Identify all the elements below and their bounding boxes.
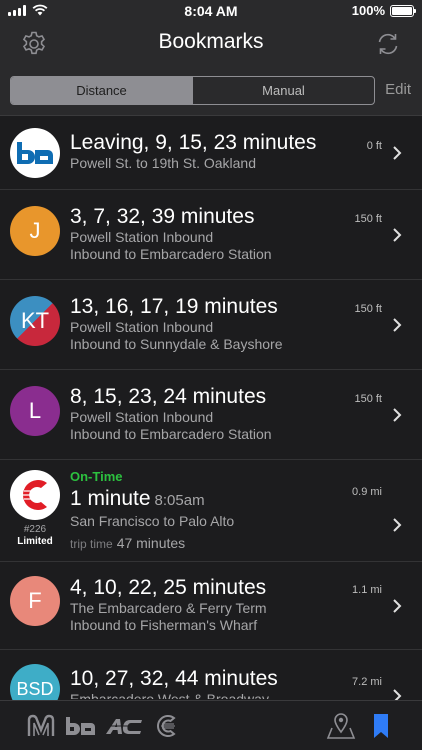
stop-name: Powell Station Inbound xyxy=(70,229,214,245)
direction: Inbound to Embarcadero Station xyxy=(70,246,272,262)
line-badge: J xyxy=(10,206,60,256)
distance-label: 150 ft xyxy=(354,303,382,315)
caltrain-logo-icon xyxy=(157,715,176,737)
direction: Inbound to Sunnydale & Bayshore xyxy=(70,336,283,352)
distance-label: 0.9 mi xyxy=(352,486,382,498)
train-number: #226 xyxy=(23,524,47,535)
distance-label: 7.2 mi xyxy=(352,676,382,688)
chevron-right-icon xyxy=(393,228,402,242)
segment-distance[interactable]: Distance xyxy=(11,77,192,104)
line-badge: L xyxy=(10,386,60,436)
bookmarks-tab[interactable] xyxy=(366,711,396,741)
departure-time: 8:05am xyxy=(154,492,205,509)
distance-label: 1.1 mi xyxy=(352,584,382,596)
chevron-right-icon xyxy=(393,599,402,613)
line-badge: BSD xyxy=(10,664,60,700)
row-content: 13, 16, 17, 19 minutes Powell Station In… xyxy=(70,294,376,353)
row-content: 8, 15, 23, 24 minutes Powell Station Inb… xyxy=(70,384,376,443)
caltrain-logo-icon xyxy=(10,470,60,520)
ac-transit-logo-icon xyxy=(106,719,144,734)
arrival-times: Leaving, 9, 15, 23 minutes xyxy=(70,131,317,154)
battery-percent: 100% xyxy=(351,3,385,18)
list-item[interactable]: KT 13, 16, 17, 19 minutes Powell Station… xyxy=(0,280,422,370)
edit-button[interactable]: Edit xyxy=(385,81,411,98)
chevron-right-icon xyxy=(393,146,402,160)
tab-bar xyxy=(0,700,422,750)
row-content: Leaving, 9, 15, 23 minutes Powell St. to… xyxy=(70,130,376,172)
distance-label: 150 ft xyxy=(354,393,382,405)
caltrain-tab[interactable] xyxy=(152,711,182,741)
trip-time-label: trip time xyxy=(70,537,113,551)
row-content: On-Time 1 minute 8:05am San Francisco to … xyxy=(70,469,376,553)
sort-segmented-control: Distance Manual xyxy=(10,76,375,105)
refresh-icon xyxy=(378,33,398,55)
map-tab[interactable] xyxy=(325,711,357,741)
list-item[interactable]: #226 Limited On-Time 1 minute 8:05am San … xyxy=(0,460,422,562)
arrival-times: 4, 10, 22, 25 minutes xyxy=(70,576,267,599)
direction: Inbound to Embarcadero Station xyxy=(70,426,272,442)
arrival-times: 3, 7, 32, 39 minutes xyxy=(70,205,255,228)
distance-label: 150 ft xyxy=(354,213,382,225)
battery-status: 100% xyxy=(351,3,416,18)
arrival-times: 10, 27, 32, 44 minutes xyxy=(70,667,278,690)
row-content: 10, 27, 32, 44 minutes Embarcadero West … xyxy=(70,666,376,699)
segment-manual[interactable]: Manual xyxy=(192,77,374,104)
bart-logo-icon xyxy=(66,717,95,735)
muni-logo-icon xyxy=(27,714,55,736)
distance-label: 0 ft xyxy=(366,140,382,152)
chevron-right-icon xyxy=(393,689,402,700)
trip-time-value: 47 minutes xyxy=(116,535,186,551)
list-item[interactable]: BSD 10, 27, 32, 44 minutes Embarcadero W… xyxy=(0,650,422,700)
battery-icon xyxy=(390,4,416,17)
muni-tab[interactable] xyxy=(26,711,56,741)
bart-logo-icon xyxy=(10,128,60,178)
page-title: Bookmarks xyxy=(158,30,264,53)
map-pin-icon xyxy=(326,713,356,739)
chevron-right-icon xyxy=(393,518,402,532)
arrival-times: 13, 16, 17, 19 minutes xyxy=(70,295,278,318)
stop-name: Embarcadero West & Broadway xyxy=(70,691,269,699)
chevron-right-icon xyxy=(393,408,402,422)
bookmark-icon xyxy=(374,714,388,738)
list-item[interactable]: Leaving, 9, 15, 23 minutes Powell St. to… xyxy=(0,116,422,190)
status-badge: On-Time xyxy=(70,469,123,484)
list-item[interactable]: L 8, 15, 23, 24 minutes Powell Station I… xyxy=(0,370,422,460)
arrival-times: 8, 15, 23, 24 minutes xyxy=(70,385,267,408)
arrival-times: 1 minute xyxy=(70,487,151,510)
sort-bar: Distance Manual Edit xyxy=(0,66,422,116)
list-item[interactable]: F 4, 10, 22, 25 minutes The Embarcadero … xyxy=(0,562,422,650)
bookmark-list: Leaving, 9, 15, 23 minutes Powell St. to… xyxy=(0,116,422,700)
list-item[interactable]: J 3, 7, 32, 39 minutes Powell Station In… xyxy=(0,190,422,280)
departure-line: 1 minute 8:05am xyxy=(70,486,376,513)
route-description: San Francisco to Palo Alto xyxy=(70,513,235,529)
route-description: Powell St. to 19th St. Oakland xyxy=(70,155,256,171)
trip-time: trip time 47 minutes xyxy=(70,535,376,553)
stop-name: Powell Station Inbound xyxy=(70,409,214,425)
bart-tab[interactable] xyxy=(64,711,98,741)
status-bar: 8:04 AM 100% xyxy=(0,0,422,22)
refresh-button[interactable] xyxy=(372,28,404,60)
chevron-right-icon xyxy=(393,318,402,332)
ac-transit-tab[interactable] xyxy=(104,711,146,741)
direction: Inbound to Fisherman's Wharf xyxy=(70,617,258,633)
line-badge: KT xyxy=(10,296,60,346)
line-badge: F xyxy=(10,576,60,626)
row-content: 3, 7, 32, 39 minutes Powell Station Inbo… xyxy=(70,204,376,263)
navigation-bar: Bookmarks xyxy=(0,22,422,66)
row-content: 4, 10, 22, 25 minutes The Embarcadero & … xyxy=(70,575,376,634)
stop-name: The Embarcadero & Ferry Term xyxy=(70,600,267,616)
train-service-type: Limited xyxy=(17,536,53,547)
stop-name: Powell Station Inbound xyxy=(70,319,214,335)
